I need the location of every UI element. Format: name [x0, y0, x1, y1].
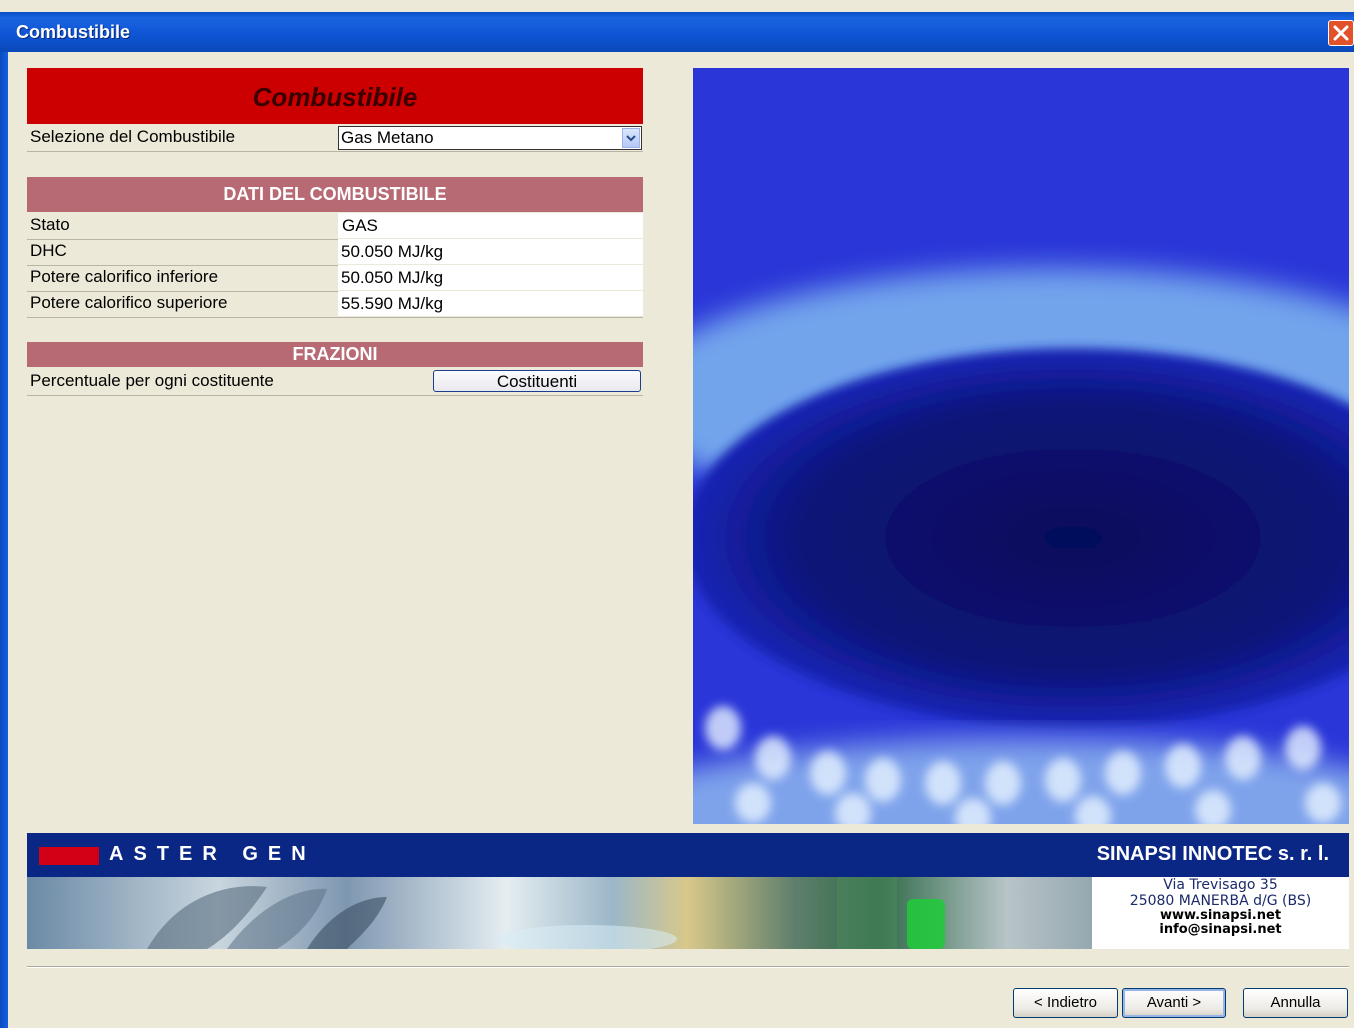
next-button[interactable]: Avanti >: [1122, 988, 1226, 1018]
fuel-data-row: Stato GAS: [27, 213, 643, 240]
brand-mark: [39, 847, 99, 865]
fuel-data-value: 50.050 MJ/kg: [338, 239, 643, 264]
constituents-button[interactable]: Costituenti: [433, 370, 641, 392]
fractions-label: Percentuale per ogni costituente: [30, 371, 274, 390]
window-titlebar: Combustibile: [0, 12, 1354, 52]
fuel-selection-label: Selezione del Combustibile: [30, 127, 236, 146]
close-button[interactable]: [1328, 20, 1354, 46]
address-street: Via Trevisago 35: [1163, 877, 1278, 893]
back-button[interactable]: < Indietro: [1013, 988, 1118, 1018]
company-name: SINAPSI INNOTEC s. r. l.: [1096, 843, 1329, 865]
window-frame-left: [0, 52, 8, 1028]
fuel-data-label: Stato: [30, 215, 70, 234]
fuel-data-label: DHC: [30, 241, 67, 260]
company-email: info@sinapsi.net: [1159, 922, 1282, 937]
separator: [27, 966, 1349, 968]
fuel-data-value: 55.590 MJ/kg: [338, 291, 643, 316]
chevron-down-icon[interactable]: [622, 128, 640, 148]
fuel-data-row: Potere calorifico inferiore 50.050 MJ/kg: [27, 265, 643, 292]
close-icon: [1333, 25, 1349, 41]
fractions-section-header: FRAZIONI: [27, 342, 643, 367]
company-address: Via Trevisago 35 25080 MANERBA d/G (BS) …: [1092, 877, 1349, 949]
fractions-row: Percentuale per ogni costituente Costitu…: [27, 369, 643, 396]
fuel-selection-row: Selezione del Combustibile Gas Metano: [27, 125, 643, 152]
page-title: Combustibile: [27, 68, 643, 124]
fuel-select-value: Gas Metano: [341, 128, 434, 147]
fuel-data-label: Potere calorifico inferiore: [30, 267, 219, 286]
window-title: Combustibile: [16, 22, 131, 42]
fuel-data-section-header: DATI DEL COMBUSTIBILE: [27, 177, 643, 212]
fuel-data-row: DHC 50.050 MJ/kg: [27, 239, 643, 266]
company-website: www.sinapsi.net: [1159, 908, 1282, 923]
address-city: 25080 MANERBA d/G (BS): [1129, 893, 1312, 909]
fuel-select[interactable]: Gas Metano: [338, 126, 642, 150]
gas-flame-image: [693, 68, 1349, 824]
fuel-data-label: Potere calorifico superiore: [30, 293, 228, 312]
company-banner: ASTER GEN SINAPSI INNOTEC s. r. l. Via T…: [27, 833, 1349, 949]
fuel-data-row: Potere calorifico superiore 55.590 MJ/kg: [27, 291, 643, 318]
product-name: ASTER GEN: [109, 843, 316, 865]
banner-header: ASTER GEN SINAPSI INNOTEC s. r. l.: [27, 833, 1349, 877]
fuel-data-value: 50.050 MJ/kg: [338, 265, 643, 290]
fuel-data-value: GAS: [338, 213, 643, 238]
cancel-button[interactable]: Annulla: [1243, 988, 1348, 1018]
banner-image-strip: [27, 877, 1092, 949]
